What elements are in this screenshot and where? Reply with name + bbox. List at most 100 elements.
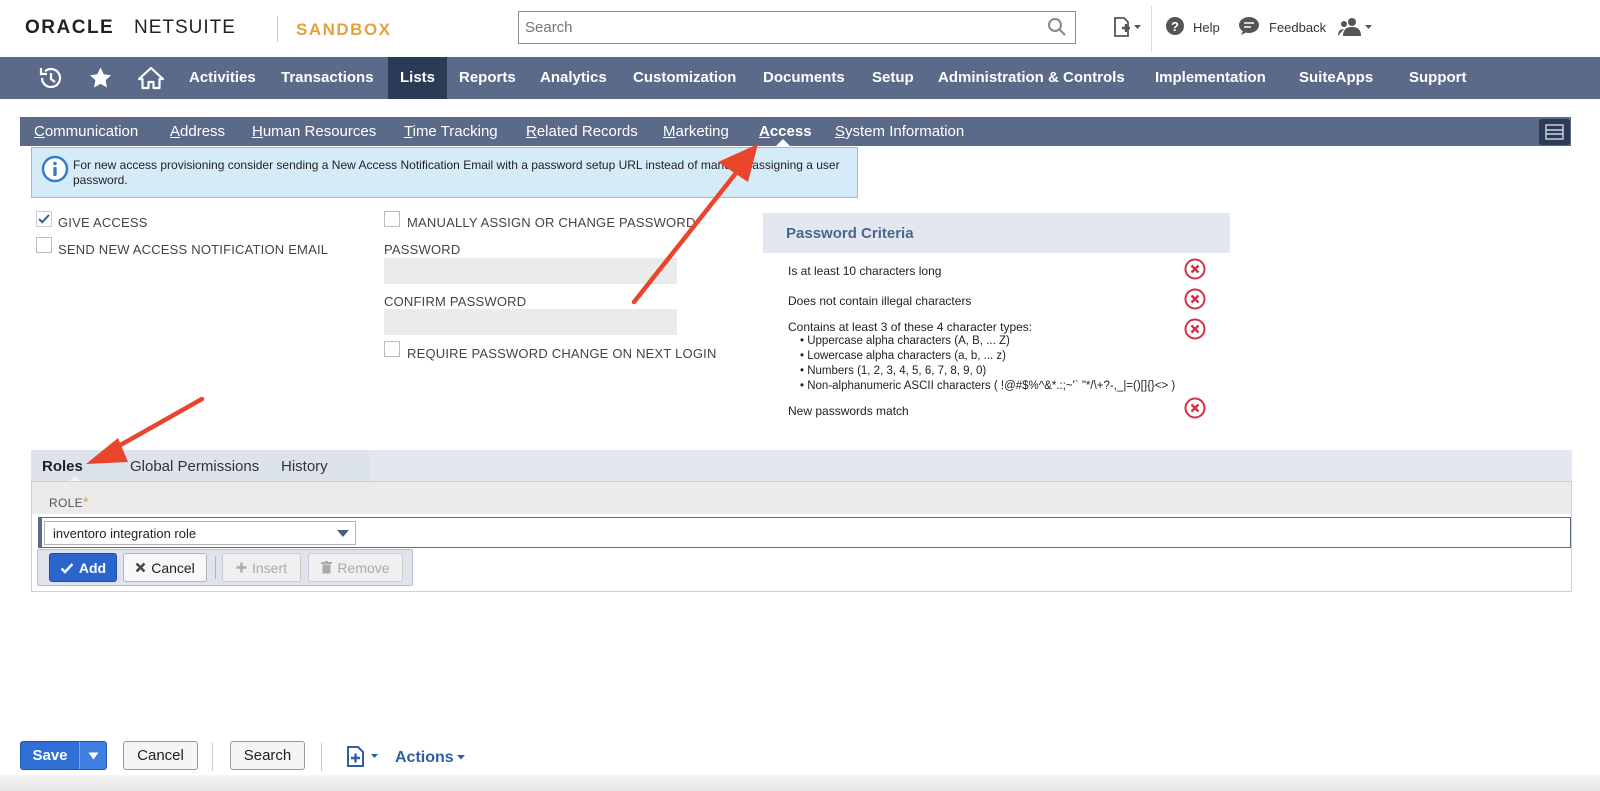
subtab-label: ommunication	[44, 123, 139, 140]
tab-roles[interactable]: Roles	[42, 458, 83, 475]
search-button[interactable]: Search	[230, 741, 305, 770]
nav-suiteapps[interactable]: SuiteApps	[1287, 57, 1385, 99]
checkmark-icon	[38, 214, 50, 224]
criteria-fail-icon	[1184, 318, 1206, 340]
toolbar-separator	[212, 743, 213, 771]
subtab-label: ddress	[180, 123, 226, 140]
criteria-length: Is at least 10 characters long	[788, 264, 942, 278]
nav-transactions[interactable]: Transactions	[269, 57, 386, 99]
add-row-button[interactable]: Add	[49, 553, 117, 582]
give-access-checkbox[interactable]	[36, 211, 52, 227]
char-type-uppercase: • Uppercase alpha characters (A, B, ... …	[800, 335, 1010, 347]
oracle-logo[interactable]: ORACLE	[25, 17, 114, 39]
password-criteria-header: Password Criteria	[763, 213, 1230, 253]
criteria-fail-icon	[1184, 288, 1206, 310]
feedback-icon[interactable]	[1238, 16, 1260, 41]
manual-password-checkbox[interactable]	[384, 211, 400, 227]
nav-lists[interactable]: Lists	[388, 57, 447, 99]
subtab-label: ime Tracking	[412, 123, 498, 140]
remove-row-button[interactable]: Remove	[308, 553, 403, 582]
netsuite-logo[interactable]: NETSUITE	[134, 17, 236, 39]
subtab-human-resources[interactable]: Human Resources	[252, 117, 376, 146]
criteria-fail-icon	[1184, 397, 1206, 419]
send-access-email-checkbox[interactable]	[36, 237, 52, 253]
nav-setup[interactable]: Setup	[860, 57, 926, 99]
confirm-password-field[interactable]	[384, 309, 677, 335]
access-key: A	[759, 123, 770, 140]
home-icon[interactable]	[137, 66, 165, 95]
criteria-fail-icon	[1184, 258, 1206, 280]
role-select[interactable]: inventoro integration role	[44, 521, 356, 545]
search-icon[interactable]	[1047, 17, 1067, 42]
password-field[interactable]	[384, 258, 677, 284]
access-key: M	[663, 123, 676, 140]
chevron-down-icon	[88, 752, 99, 760]
roles-column-header: ROLE*	[32, 482, 1571, 514]
subtab-system-information[interactable]: System Information	[835, 117, 964, 146]
save-button[interactable]: Save	[20, 741, 107, 770]
subtab-time-tracking[interactable]: Time Tracking	[404, 117, 498, 146]
password-criteria-title: Password Criteria	[786, 225, 914, 242]
global-search-input[interactable]	[519, 12, 1019, 43]
insert-row-button[interactable]: Insert	[222, 553, 301, 582]
create-new-icon[interactable]	[1112, 16, 1142, 45]
nav-activities[interactable]: Activities	[177, 57, 268, 99]
new-document-icon[interactable]	[344, 744, 384, 773]
access-key: S	[835, 123, 846, 140]
logo-divider	[277, 16, 278, 42]
cancel-button[interactable]: Cancel	[123, 741, 198, 770]
save-options-dropdown[interactable]	[79, 742, 106, 769]
criteria-passwords-match: New passwords match	[788, 404, 909, 418]
info-banner: For new access provisioning consider sen…	[31, 147, 858, 198]
nav-support[interactable]: Support	[1397, 57, 1479, 99]
subtab-label: elated Records	[536, 123, 638, 140]
confirm-password-label: CONFIRM PASSWORD	[384, 294, 527, 309]
recent-records-icon[interactable]	[38, 66, 64, 95]
trash-icon	[321, 561, 333, 574]
feedback-link[interactable]: Feedback	[1269, 20, 1326, 35]
nav-documents[interactable]: Documents	[751, 57, 857, 99]
actions-label: Actions	[395, 749, 454, 766]
subtab-communication[interactable]: Communication	[34, 117, 138, 146]
record-subtabs: Communication Address Human Resources Ti…	[20, 117, 1571, 146]
cancel-row-button[interactable]: Cancel	[123, 553, 207, 582]
info-icon	[41, 155, 69, 188]
add-label: Add	[78, 559, 107, 576]
favorites-star-icon[interactable]	[88, 66, 113, 95]
nav-analytics[interactable]: Analytics	[528, 57, 619, 99]
char-type-lowercase: • Lowercase alpha characters (a, b, ... …	[800, 350, 1007, 362]
nav-implementation[interactable]: Implementation	[1143, 57, 1278, 99]
access-key: A	[170, 123, 181, 140]
password-label: PASSWORD	[384, 242, 461, 257]
active-subtab-pointer	[776, 139, 790, 146]
nav-customization[interactable]: Customization	[621, 57, 748, 99]
nav-reports[interactable]: Reports	[447, 57, 528, 99]
user-menu-icon[interactable]	[1338, 16, 1374, 43]
subtab-address[interactable]: Address	[170, 117, 225, 146]
nav-administration-controls[interactable]: Administration & Controls	[926, 57, 1137, 99]
global-search[interactable]	[518, 11, 1076, 44]
subtab-label: arketing	[675, 123, 729, 140]
plus-icon	[236, 562, 247, 573]
subtab-related-records[interactable]: Related Records	[526, 117, 638, 146]
help-icon[interactable]: ?	[1165, 16, 1185, 41]
criteria-char-types: Contains at least 3 of these 4 character…	[788, 320, 1033, 334]
access-key: R	[526, 123, 537, 140]
require-password-change-checkbox[interactable]	[384, 341, 400, 357]
chevron-down-icon[interactable]	[337, 530, 349, 537]
role-column-text: ROLE	[49, 496, 83, 510]
cancel-label: Cancel	[151, 559, 195, 576]
button-separator	[215, 556, 216, 579]
required-star-icon: *	[82, 494, 90, 511]
subtab-marketing[interactable]: Marketing	[663, 117, 729, 146]
chevron-down-icon	[456, 755, 465, 760]
help-link[interactable]: Help	[1193, 20, 1220, 35]
view-toggle-icon	[1545, 124, 1564, 140]
tab-global-permissions[interactable]: Global Permissions	[130, 458, 259, 475]
actions-menu[interactable]: Actions	[395, 749, 468, 767]
tab-history[interactable]: History	[281, 458, 328, 475]
criteria-illegal-chars: Does not contain illegal characters	[788, 294, 972, 308]
access-key: T	[404, 123, 413, 140]
role-column-label: ROLE*	[49, 494, 89, 511]
subtabs-view-toggle[interactable]	[1539, 119, 1570, 145]
